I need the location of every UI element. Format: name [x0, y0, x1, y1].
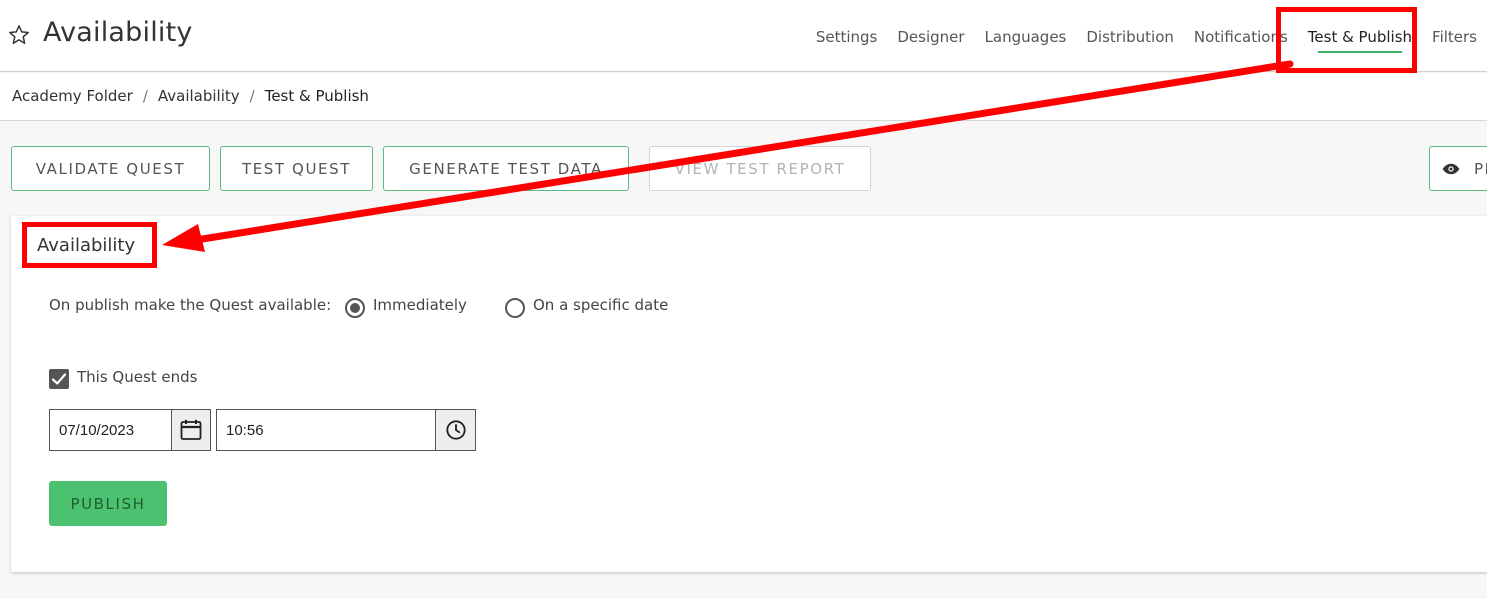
generate-test-data-button[interactable]: GENERATE TEST DATA — [383, 146, 629, 191]
radio-immediately-label[interactable]: Immediately — [373, 296, 467, 314]
nav-tab-designer[interactable]: Designer — [887, 0, 974, 72]
app-header: Availability Settings Designer Languages… — [0, 0, 1487, 72]
eye-icon — [1442, 163, 1460, 174]
breadcrumb-separator: / — [249, 87, 255, 105]
star-outline-icon[interactable] — [8, 24, 30, 46]
availability-prompt: On publish make the Quest available: — [49, 296, 332, 314]
nav-tab-languages[interactable]: Languages — [975, 0, 1077, 72]
radio-specific-date-label[interactable]: On a specific date — [533, 296, 668, 314]
calendar-icon — [180, 419, 202, 440]
breadcrumb-availability[interactable]: Availability — [158, 87, 240, 105]
validate-quest-button[interactable]: VALIDATE QUEST — [11, 146, 210, 191]
breadcrumb-current: Test & Publish — [264, 87, 369, 105]
end-date-input[interactable]: 07/10/2023 — [49, 409, 172, 451]
nav-tab-notifications[interactable]: Notifications — [1184, 0, 1298, 72]
nav-tab-test-publish[interactable]: Test & Publish — [1298, 0, 1422, 72]
availability-card — [11, 216, 1487, 572]
test-quest-button[interactable]: TEST QUEST — [220, 146, 373, 191]
quest-ends-checkbox[interactable] — [49, 369, 69, 389]
breadcrumb-separator: / — [142, 87, 148, 105]
breadcrumb-bar: Academy Folder / Availability / Test & P… — [0, 73, 1487, 121]
top-nav: Settings Designer Languages Distribution… — [806, 0, 1487, 72]
breadcrumb: Academy Folder / Availability / Test & P… — [12, 87, 369, 105]
section-title: Availability — [37, 235, 136, 256]
end-time-input[interactable]: 10:56 — [216, 409, 437, 451]
quest-ends-label[interactable]: This Quest ends — [77, 368, 198, 386]
clock-icon — [445, 420, 466, 440]
publish-button[interactable]: PUBLISH — [49, 481, 167, 526]
preview-button[interactable]: PR — [1429, 146, 1487, 191]
preview-button-label: PR — [1474, 159, 1487, 178]
view-test-report-button[interactable]: VIEW TEST REPORT — [649, 146, 871, 191]
nav-tab-filters[interactable]: Filters — [1422, 0, 1487, 72]
nav-tab-distribution[interactable]: Distribution — [1076, 0, 1184, 72]
breadcrumb-academy-folder[interactable]: Academy Folder — [12, 87, 133, 105]
clock-button[interactable] — [435, 409, 476, 451]
checkmark-icon — [51, 373, 67, 385]
radio-specific-date[interactable] — [505, 298, 525, 318]
page-title: Availability — [43, 17, 193, 48]
radio-immediately[interactable] — [345, 298, 365, 318]
nav-tab-settings[interactable]: Settings — [806, 0, 888, 72]
calendar-button[interactable] — [171, 409, 211, 451]
